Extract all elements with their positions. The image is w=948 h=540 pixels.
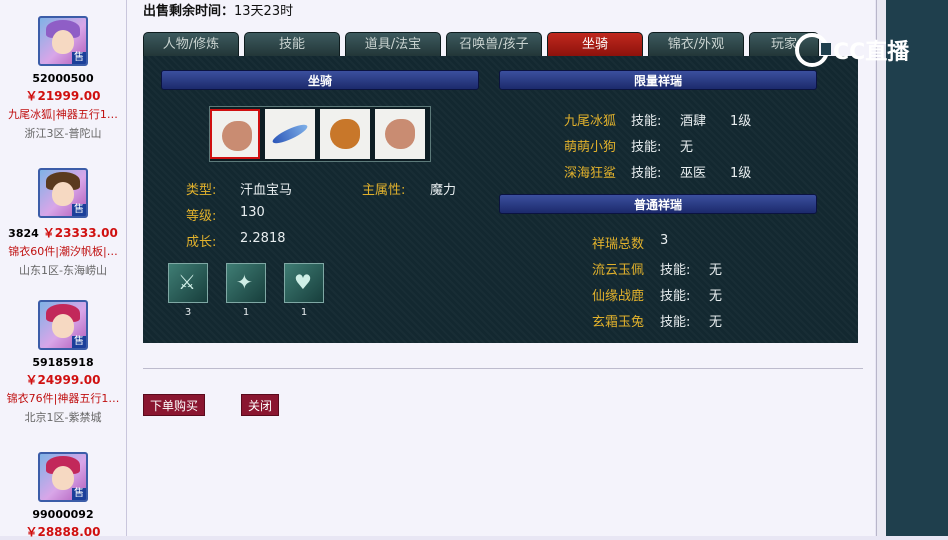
tab-outfits[interactable]: 锦衣/外观	[648, 32, 744, 56]
limited-skill-label: 技能:	[631, 114, 662, 129]
xiangrui-total-label: 祥瑞总数	[592, 237, 645, 252]
avatar[interactable]: 售	[38, 168, 88, 218]
tab-pets[interactable]: 召唤兽/孩子	[446, 32, 542, 56]
listing-price: ￥24999.00	[25, 373, 101, 387]
type-label: 类型:	[186, 183, 217, 198]
attribute-label: 主属性:	[362, 183, 406, 198]
mount-icon-strip	[209, 106, 431, 162]
normal-skill-label: 技能:	[660, 315, 691, 330]
listing-item[interactable]: 售 3824 ￥23333.00 锦衣60件|潮汐帆板|… 山东1区-东海崂山	[0, 168, 126, 278]
limited-xiangrui-name: 九尾冰狐	[564, 114, 617, 129]
listing-server: 山东1区-东海崂山	[19, 264, 107, 277]
limited-xiangrui-name: 萌萌小狗	[564, 140, 617, 155]
side-background	[886, 0, 948, 536]
normal-skill-value: 无	[709, 315, 723, 330]
limited-skill-label: 技能:	[631, 166, 662, 181]
limited-skill-value: 巫医	[680, 166, 707, 181]
mount-section-header: 坐骑	[161, 70, 479, 90]
type-value: 汗血宝马	[240, 183, 293, 198]
listing-price: ￥23333.00	[42, 226, 118, 240]
listing-item[interactable]: 售 52000500 ￥21999.00 九尾冰狐|神器五行1… 浙江3区-普陀…	[0, 16, 126, 141]
mount-lion-icon[interactable]	[320, 109, 370, 159]
avatar[interactable]: 售	[38, 452, 88, 502]
listing-item[interactable]: 售 99000092 ￥28888.00	[0, 452, 126, 540]
listing-id: 3824	[8, 227, 39, 240]
limited-skill-value: 无	[680, 140, 694, 155]
listing-id: 52000500	[32, 72, 94, 85]
mount-skill-icon[interactable]: ⚔	[168, 263, 208, 303]
watermark-text: CC直播	[833, 40, 910, 65]
normal-skill-value: 无	[709, 289, 723, 304]
normal-xiangrui-header: 普通祥瑞	[499, 194, 817, 214]
watermark-logo: CC直播	[795, 30, 909, 70]
cc-logo-icon	[795, 33, 831, 67]
listing-description[interactable]: 锦衣76件|神器五行1…	[0, 390, 126, 406]
sale-badge: 售	[72, 204, 86, 216]
normal-xiangrui-name: 流云玉佩	[592, 263, 645, 278]
avatar[interactable]: 售	[38, 300, 88, 350]
limited-xiangrui-header: 限量祥瑞	[499, 70, 817, 90]
listing-description[interactable]: 锦衣60件|潮汐帆板|…	[0, 243, 126, 259]
timer-value: 13天23时	[234, 4, 294, 19]
limited-skill-label: 技能:	[631, 140, 662, 155]
growth-value: 2.2818	[240, 231, 286, 246]
level-value: 130	[240, 205, 265, 220]
sale-badge: 售	[72, 52, 86, 64]
sale-timer: 出售剩余时间：13天23时	[143, 0, 293, 19]
listing-sidebar: 售 52000500 ￥21999.00 九尾冰狐|神器五行1… 浙江3区-普陀…	[0, 0, 127, 539]
listing-server: 浙江3区-普陀山	[24, 127, 102, 140]
sale-badge: 售	[72, 336, 86, 348]
skill-count: 1	[300, 307, 308, 318]
divider	[143, 368, 863, 369]
attribute-value: 魔力	[430, 183, 457, 198]
xiangrui-total-value: 3	[660, 233, 669, 248]
listing-price: ￥21999.00	[25, 89, 101, 103]
normal-skill-value: 无	[709, 263, 723, 278]
mount-skill-icon[interactable]: ♥	[284, 263, 324, 303]
avatar[interactable]: 售	[38, 16, 88, 66]
mount-horse-icon[interactable]	[375, 109, 425, 159]
limited-xiangrui-name: 深海狂鲨	[564, 166, 617, 181]
growth-label: 成长:	[186, 235, 217, 250]
tab-character[interactable]: 人物/修炼	[143, 32, 239, 56]
sale-badge: 售	[72, 488, 86, 500]
mount-horse-icon[interactable]	[210, 109, 260, 159]
mount-fish-icon[interactable]	[265, 109, 315, 159]
listing-item[interactable]: 售 59185918 ￥24999.00 锦衣76件|神器五行1… 北京1区-紫…	[0, 300, 126, 425]
timer-label: 出售剩余时间：	[143, 4, 235, 19]
normal-skill-label: 技能:	[660, 289, 691, 304]
tab-mounts[interactable]: 坐骑	[547, 32, 643, 56]
listing-id: 99000092	[32, 508, 94, 521]
listing-id: 59185918	[32, 356, 94, 369]
close-button[interactable]: 关闭	[241, 394, 279, 416]
skill-count: 1	[242, 307, 250, 318]
listing-price: ￥28888.00	[25, 525, 101, 539]
tab-skills[interactable]: 技能	[244, 32, 340, 56]
buy-button[interactable]: 下单购买	[143, 394, 205, 416]
listing-description[interactable]: 九尾冰狐|神器五行1…	[0, 106, 126, 122]
limited-skill-value: 酒肆	[680, 114, 707, 129]
listing-server: 北京1区-紫禁城	[24, 411, 102, 424]
normal-xiangrui-name: 玄霜玉兔	[592, 315, 645, 330]
mount-skill-icon[interactable]: ✦	[226, 263, 266, 303]
limited-skill-level: 1级	[730, 114, 752, 129]
level-label: 等级:	[186, 209, 217, 224]
tab-items[interactable]: 道具/法宝	[345, 32, 441, 56]
skill-count: 3	[184, 307, 192, 318]
normal-skill-label: 技能:	[660, 263, 691, 278]
normal-xiangrui-name: 仙缘战鹿	[592, 289, 645, 304]
limited-skill-level: 1级	[730, 166, 752, 181]
